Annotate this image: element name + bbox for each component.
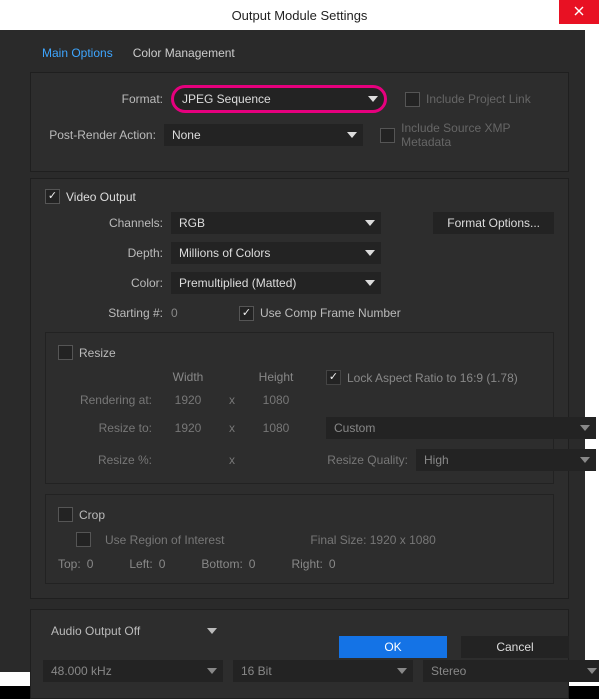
- audio-rate-dropdown: 48.000 kHz: [43, 660, 223, 682]
- use-roi-checkbox: [76, 532, 91, 547]
- resize-quality-dropdown: High: [416, 449, 596, 471]
- width-col-header: Width: [158, 370, 218, 385]
- crop-right-value: 0: [329, 557, 336, 571]
- rendering-height: 1080: [246, 393, 306, 407]
- resize-panel: Resize Width Height Lock Aspect Ratio to…: [45, 332, 554, 484]
- close-button[interactable]: [559, 0, 599, 24]
- audio-depth-dropdown: 16 Bit: [233, 660, 413, 682]
- chevron-down-icon: [587, 668, 597, 674]
- color-label: Color:: [45, 276, 171, 290]
- chevron-down-icon: [365, 250, 375, 256]
- resize-preset-dropdown: Custom: [326, 417, 596, 439]
- audio-depth-value: 16 Bit: [241, 664, 272, 678]
- audio-channels-dropdown: Stereo: [423, 660, 599, 682]
- output-module-settings-window: Output Module Settings Main Options Colo…: [0, 0, 599, 686]
- crop-bottom-label: Bottom:: [201, 557, 242, 571]
- tabs: Main Options Color Management: [14, 30, 585, 66]
- audio-output-dropdown[interactable]: Audio Output Off: [43, 620, 223, 642]
- lock-aspect-checkbox: [326, 370, 341, 385]
- depth-label: Depth:: [45, 246, 171, 260]
- resize-checkbox[interactable]: [58, 345, 73, 360]
- include-project-link-checkbox: [405, 92, 420, 107]
- include-xmp-checkbox: [380, 128, 395, 143]
- lock-aspect-label: Lock Aspect Ratio to 16:9 (1.78): [347, 371, 518, 385]
- depth-value: Millions of Colors: [179, 246, 270, 260]
- crop-left-value: 0: [159, 557, 166, 571]
- channels-value: RGB: [179, 216, 205, 230]
- channels-label: Channels:: [45, 216, 171, 230]
- crop-header: Crop: [79, 508, 105, 522]
- dialog-body: Main Options Color Management Format: JP…: [14, 30, 585, 672]
- titlebar: Output Module Settings: [0, 0, 599, 30]
- video-format-options-button[interactable]: Format Options...: [433, 212, 554, 234]
- crop-bottom-value: 0: [249, 557, 256, 571]
- resize-pct-label: Resize %:: [58, 453, 158, 467]
- rendering-width: 1920: [158, 393, 218, 407]
- format-value: JPEG Sequence: [182, 92, 271, 106]
- x-separator: x: [218, 453, 246, 467]
- starting-number-label: Starting #:: [45, 306, 171, 320]
- include-project-link-label: Include Project Link: [426, 92, 531, 106]
- dialog-footer: OK Cancel: [339, 636, 569, 658]
- use-comp-frame-checkbox[interactable]: [239, 306, 254, 321]
- format-panel: Format: JPEG Sequence Include Project Li…: [30, 72, 569, 172]
- cancel-button[interactable]: Cancel: [461, 636, 569, 658]
- tab-main-options[interactable]: Main Options: [32, 40, 123, 66]
- format-dropdown[interactable]: JPEG Sequence: [171, 85, 387, 113]
- final-size-label: Final Size: 1920 x 1080: [310, 533, 435, 547]
- color-dropdown[interactable]: Premultiplied (Matted): [171, 272, 381, 294]
- video-output-checkbox[interactable]: [45, 189, 60, 204]
- post-render-action-dropdown[interactable]: None: [164, 124, 363, 146]
- rendering-at-label: Rendering at:: [58, 393, 158, 407]
- x-separator: x: [218, 421, 246, 435]
- depth-dropdown[interactable]: Millions of Colors: [171, 242, 381, 264]
- chevron-down-icon: [580, 457, 590, 463]
- starting-number-value[interactable]: 0: [171, 306, 211, 320]
- video-output-header: Video Output: [66, 190, 136, 204]
- chevron-down-icon: [365, 280, 375, 286]
- close-icon: [574, 5, 584, 19]
- window-title: Output Module Settings: [232, 8, 368, 23]
- resize-header: Resize: [79, 346, 116, 360]
- chevron-down-icon: [347, 132, 357, 138]
- audio-rate-value: 48.000 kHz: [51, 664, 112, 678]
- tab-color-management[interactable]: Color Management: [123, 40, 245, 66]
- height-col-header: Height: [246, 370, 306, 385]
- video-output-panel: Video Output Channels: RGB Format Option…: [30, 178, 569, 599]
- channels-dropdown[interactable]: RGB: [171, 212, 381, 234]
- chevron-down-icon: [207, 668, 217, 674]
- audio-output-value: Audio Output Off: [51, 624, 140, 638]
- ok-button[interactable]: OK: [339, 636, 447, 658]
- resize-to-width: 1920: [158, 421, 218, 435]
- chevron-down-icon: [365, 220, 375, 226]
- crop-checkbox[interactable]: [58, 507, 73, 522]
- use-roi-label: Use Region of Interest: [105, 533, 224, 547]
- color-value: Premultiplied (Matted): [179, 276, 296, 290]
- use-comp-frame-label: Use Comp Frame Number: [260, 306, 401, 320]
- chevron-down-icon: [397, 668, 407, 674]
- post-render-action-label: Post-Render Action:: [45, 128, 164, 142]
- format-label: Format:: [45, 92, 171, 106]
- crop-top-value: 0: [87, 557, 94, 571]
- chevron-down-icon: [580, 425, 590, 431]
- chevron-down-icon: [368, 96, 378, 102]
- crop-top-label: Top:: [58, 557, 81, 571]
- include-xmp-label: Include Source XMP Metadata: [401, 121, 554, 149]
- chevron-down-icon: [207, 628, 217, 634]
- post-render-action-value: None: [172, 128, 201, 142]
- resize-quality-label: Resize Quality:: [327, 453, 408, 467]
- left-edge: [0, 30, 14, 672]
- resize-to-label: Resize to:: [58, 421, 158, 435]
- resize-to-height: 1080: [246, 421, 306, 435]
- x-separator: x: [218, 393, 246, 407]
- resize-quality-value: High: [424, 453, 449, 467]
- crop-panel: Crop Use Region of Interest Final Size: …: [45, 494, 554, 584]
- crop-left-label: Left:: [129, 557, 152, 571]
- audio-channels-value: Stereo: [431, 664, 466, 678]
- crop-right-label: Right:: [291, 557, 322, 571]
- resize-preset-value: Custom: [334, 421, 375, 435]
